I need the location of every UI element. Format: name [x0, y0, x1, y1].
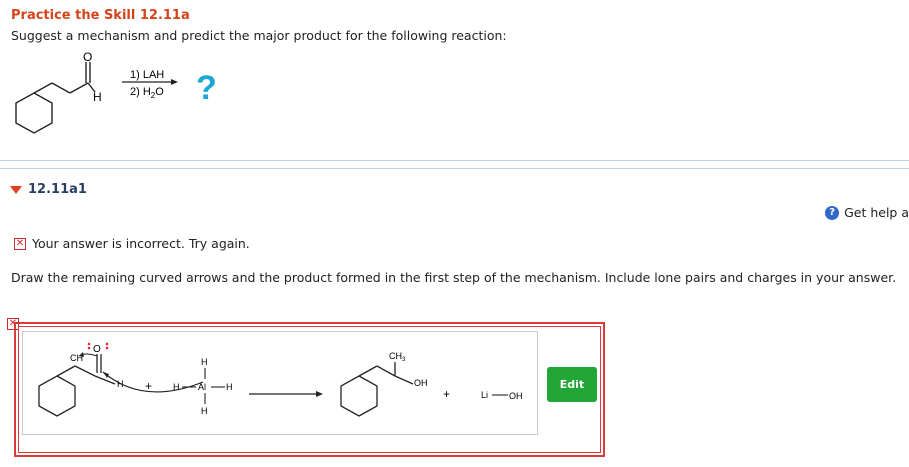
get-help-link[interactable]: ? Get help a: [825, 205, 909, 220]
al-right-h: H: [226, 382, 233, 392]
reaction-scheme: O H 1) LAH 2) H2O ?: [15, 50, 217, 134]
drawing-canvas[interactable]: O CH H + H H Al H H CH3 OH + Li OH: [22, 331, 538, 435]
instructions-text: Draw the remaining curved arrows and the…: [11, 270, 897, 285]
reagent-step-1: 1) LAH: [130, 69, 164, 81]
al-bottom-h: H: [201, 406, 208, 416]
al-left-h: H: [173, 382, 180, 392]
reactant-oxygen: O: [83, 50, 92, 64]
product-ch3: CH3: [389, 351, 406, 363]
edit-button[interactable]: Edit: [547, 367, 597, 402]
mechanism-drawing: O CH H + H H Al H H CH3 OH + Li OH: [38, 342, 523, 417]
caret-down-icon: [10, 185, 22, 194]
part-toggle[interactable]: 12.11a1: [10, 182, 87, 197]
part-label: 12.11a1: [28, 182, 87, 197]
help-icon: ?: [825, 205, 840, 220]
lithium: Li: [481, 390, 488, 400]
product-ring: [340, 375, 378, 417]
section-divider: [0, 168, 909, 169]
get-help-label: Get help a: [844, 205, 909, 220]
plus-sign: +: [145, 379, 152, 393]
left-ring: [38, 375, 76, 417]
feedback-text: Your answer is incorrect. Try again.: [32, 236, 250, 251]
left-oxygen: O: [93, 344, 101, 355]
reactant-ring: [15, 92, 53, 134]
aluminum: Al: [198, 382, 206, 392]
al-top-h: H: [201, 357, 208, 367]
li-hydroxide: OH: [509, 391, 523, 401]
feedback-message: ✕ Your answer is incorrect. Try again.: [14, 236, 250, 251]
reactant-hydrogen: H: [93, 90, 102, 104]
problem-section: Practice the Skill 12.11a Suggest a mech…: [0, 0, 909, 161]
product-oh: OH: [414, 378, 428, 388]
incorrect-icon: ✕: [14, 237, 26, 250]
plus-sign-2: +: [443, 387, 450, 401]
unknown-product-mark: ?: [196, 69, 217, 107]
reagent-step-2: 2) H2O: [130, 86, 164, 100]
